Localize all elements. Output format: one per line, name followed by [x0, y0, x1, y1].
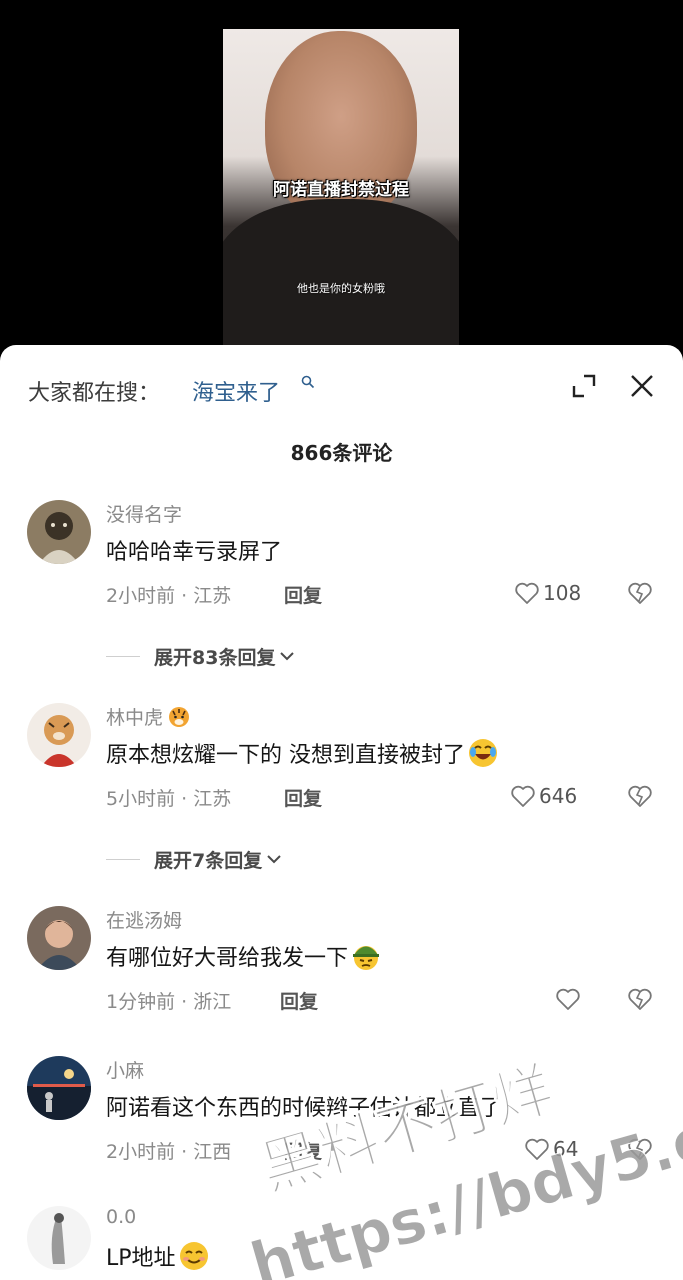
like-button[interactable]: 646: [510, 783, 577, 809]
like-count: 108: [543, 581, 582, 605]
avatar[interactable]: [27, 500, 91, 564]
comment-count: 866条评论: [290, 441, 393, 465]
expand-replies-button[interactable]: 展开7条回复: [106, 845, 283, 873]
avatar[interactable]: [27, 1206, 91, 1270]
video-subtitle: 他也是你的女粉哦: [297, 282, 385, 295]
helmet-face-emoji: [353, 946, 380, 970]
comment-text-content: 有哪位好大哥给我发一下: [106, 946, 349, 971]
comment-text: LP地址: [106, 1240, 210, 1272]
like-button[interactable]: 64: [524, 1136, 578, 1162]
rolling-laughing-emoji: [469, 739, 497, 767]
broken-heart-icon[interactable]: [627, 581, 653, 605]
person-shirt: [223, 199, 459, 347]
broken-heart-icon[interactable]: [627, 987, 653, 1011]
comment-item: 0.0 LP地址: [0, 1206, 683, 1280]
trending-search-prefix: 大家都在搜：: [28, 381, 161, 406]
comment-meta: 2小时前 · 江苏: [106, 585, 232, 607]
avatar[interactable]: [27, 703, 91, 767]
broken-heart-icon[interactable]: [627, 784, 653, 808]
comment-username-text: 林中虎: [106, 707, 164, 729]
video-player[interactable]: 阿诺直播封禁过程 他也是你的女粉哦: [0, 0, 683, 360]
comment-text: 原本想炫耀一下的 没想到直接被封了: [106, 737, 499, 769]
tiger-face-emoji: [169, 707, 190, 727]
like-button[interactable]: [555, 986, 584, 1012]
trending-search-link[interactable]: 海宝来了: [192, 375, 280, 407]
comment-sheet: 大家都在搜： 海宝来了 866条评论 没得名字 哈哈哈幸亏录屏了 2小时前 ·: [0, 345, 683, 1280]
heart-icon: [515, 582, 539, 604]
broken-heart-icon[interactable]: [627, 1137, 653, 1161]
heart-icon: [556, 988, 580, 1010]
like-button[interactable]: 108: [514, 580, 581, 606]
heart-icon: [525, 1138, 549, 1160]
comment-username[interactable]: 小麻: [106, 1056, 144, 1083]
comment-text-content: LP地址: [106, 1246, 176, 1271]
comment-meta: 5小时前 · 江苏: [106, 788, 232, 810]
smiling-face-emoji: [179, 1242, 208, 1270]
expand-replies-label: 展开83条回复: [154, 646, 276, 669]
like-count: 646: [539, 784, 578, 808]
avatar[interactable]: [27, 906, 91, 970]
search-icon[interactable]: [301, 375, 315, 389]
comment-meta: 1分钟前 · 浙江: [106, 991, 232, 1013]
divider: [106, 858, 140, 860]
comment-meta: 2小时前 · 江西: [106, 1141, 232, 1163]
comment-text-content: 原本想炫耀一下的 没想到直接被封了: [106, 743, 465, 768]
comment-text: 阿诺看这个东西的时候辫子估计都立直了: [106, 1096, 503, 1121]
trending-search-bar: 大家都在搜： 海宝来了: [28, 373, 655, 407]
reply-button[interactable]: 回复: [284, 1137, 322, 1164]
comment-username[interactable]: 没得名字: [106, 500, 182, 527]
video-caption: 阿诺直播封禁过程: [273, 180, 409, 200]
comment-username[interactable]: 林中虎: [106, 703, 191, 730]
comment-text: 哈哈哈幸亏录屏了: [106, 540, 283, 565]
expand-icon[interactable]: [571, 373, 597, 399]
comment-username[interactable]: 0.0: [106, 1206, 136, 1228]
comment-item: 没得名字 哈哈哈幸亏录屏了 2小时前 · 江苏 回复 108 展开83条回复: [0, 500, 683, 670]
like-count: 64: [553, 1137, 579, 1161]
comment-item: 小麻 阿诺看这个东西的时候辫子估计都立直了 2小时前 · 江西 回复 64: [0, 1056, 683, 1176]
reply-button[interactable]: 回复: [284, 581, 322, 608]
comment-item: 林中虎 原本想炫耀一下的 没想到直接被封了 5小时前 · 江苏 回复 646 展…: [0, 703, 683, 873]
avatar[interactable]: [27, 1056, 91, 1120]
reply-button[interactable]: 回复: [284, 784, 322, 811]
expand-replies-label: 展开7条回复: [154, 849, 263, 872]
comment-username[interactable]: 在逃汤姆: [106, 906, 182, 933]
reply-button[interactable]: 回复: [280, 987, 318, 1014]
chevron-down-icon: [280, 652, 295, 661]
expand-replies-button[interactable]: 展开83条回复: [106, 642, 296, 670]
heart-icon: [511, 785, 535, 807]
divider: [106, 655, 140, 657]
comment-text: 有哪位好大哥给我发一下: [106, 940, 382, 972]
close-icon[interactable]: [629, 373, 655, 399]
video-frame[interactable]: 阿诺直播封禁过程 他也是你的女粉哦: [223, 29, 459, 347]
chevron-down-icon: [267, 855, 281, 864]
comment-item: 在逃汤姆 有哪位好大哥给我发一下 1分钟前 · 浙江 回复: [0, 906, 683, 1026]
